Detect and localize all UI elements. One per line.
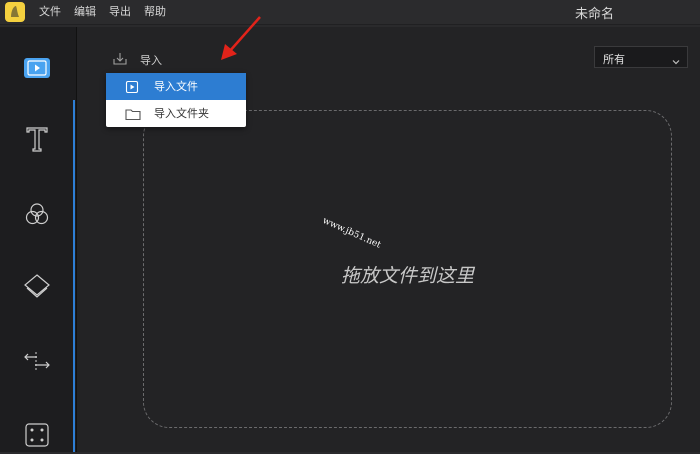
filters-icon[interactable] — [22, 200, 52, 230]
drop-zone-text: 拖放文件到这里 — [340, 265, 474, 287]
elements-icon[interactable] — [22, 420, 52, 450]
import-label[interactable]: 导入 — [140, 52, 162, 68]
import-menu: 导入文件 导入文件夹 — [106, 73, 246, 127]
overlays-icon[interactable] — [22, 272, 52, 302]
menu-item-label: 导入文件夹 — [154, 107, 209, 120]
menu-export[interactable]: 导出 — [109, 5, 131, 19]
filter-value: 所有 — [603, 53, 625, 66]
folder-icon — [125, 106, 141, 125]
menu-file[interactable]: 文件 — [39, 5, 61, 19]
drop-zone[interactable]: 拖放文件到这里 — [143, 110, 672, 428]
menu-item-label: 导入文件 — [154, 80, 198, 93]
sidebar-active-indicator — [73, 100, 75, 452]
menu-item-import-folder[interactable]: 导入文件夹 — [106, 100, 246, 127]
chevron-down-icon — [671, 52, 681, 71]
menu-item-import-file[interactable]: 导入文件 — [106, 73, 246, 100]
menu-help[interactable]: 帮助 — [144, 5, 166, 19]
text-icon[interactable] — [22, 124, 52, 154]
video-file-icon — [125, 79, 139, 98]
sidebar — [0, 27, 76, 452]
menu-edit[interactable]: 编辑 — [74, 5, 96, 19]
import-button[interactable] — [112, 51, 128, 69]
annotation-arrow-icon — [215, 14, 265, 68]
menu-bar: 文件 编辑 导出 帮助 未命名 — [0, 0, 700, 25]
media-icon[interactable] — [24, 58, 50, 78]
window-title: 未命名 — [575, 7, 615, 22]
filter-select[interactable]: 所有 — [594, 46, 688, 68]
transitions-icon[interactable] — [22, 346, 52, 376]
app-logo-icon — [5, 2, 25, 22]
